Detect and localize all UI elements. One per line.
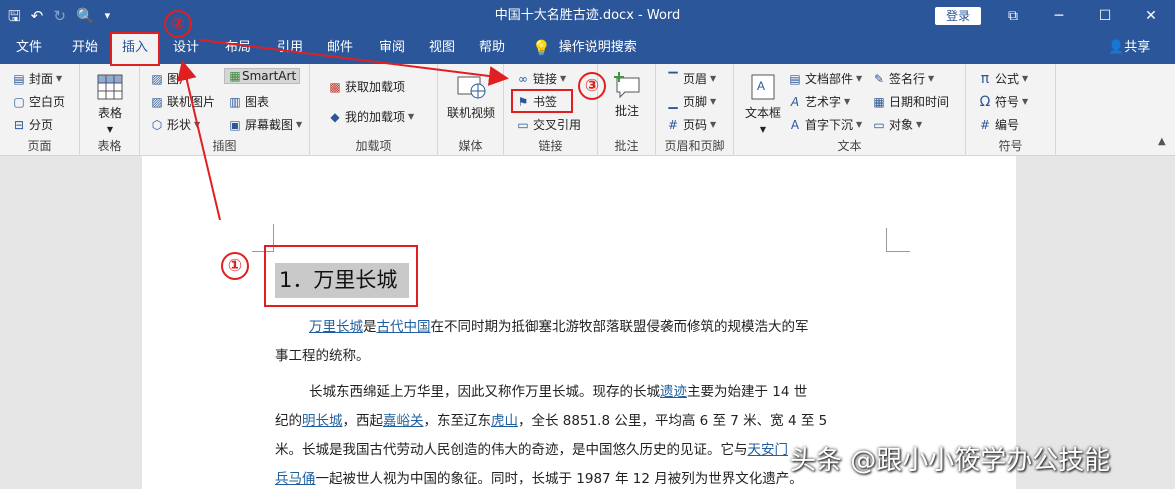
arrow-to-insert-tab bbox=[176, 60, 221, 221]
annotation-arrows bbox=[176, 39, 509, 221]
arrow-to-bookmark bbox=[199, 39, 509, 86]
watermark: 头条 @跟小小筱学办公技能 bbox=[790, 446, 1111, 476]
